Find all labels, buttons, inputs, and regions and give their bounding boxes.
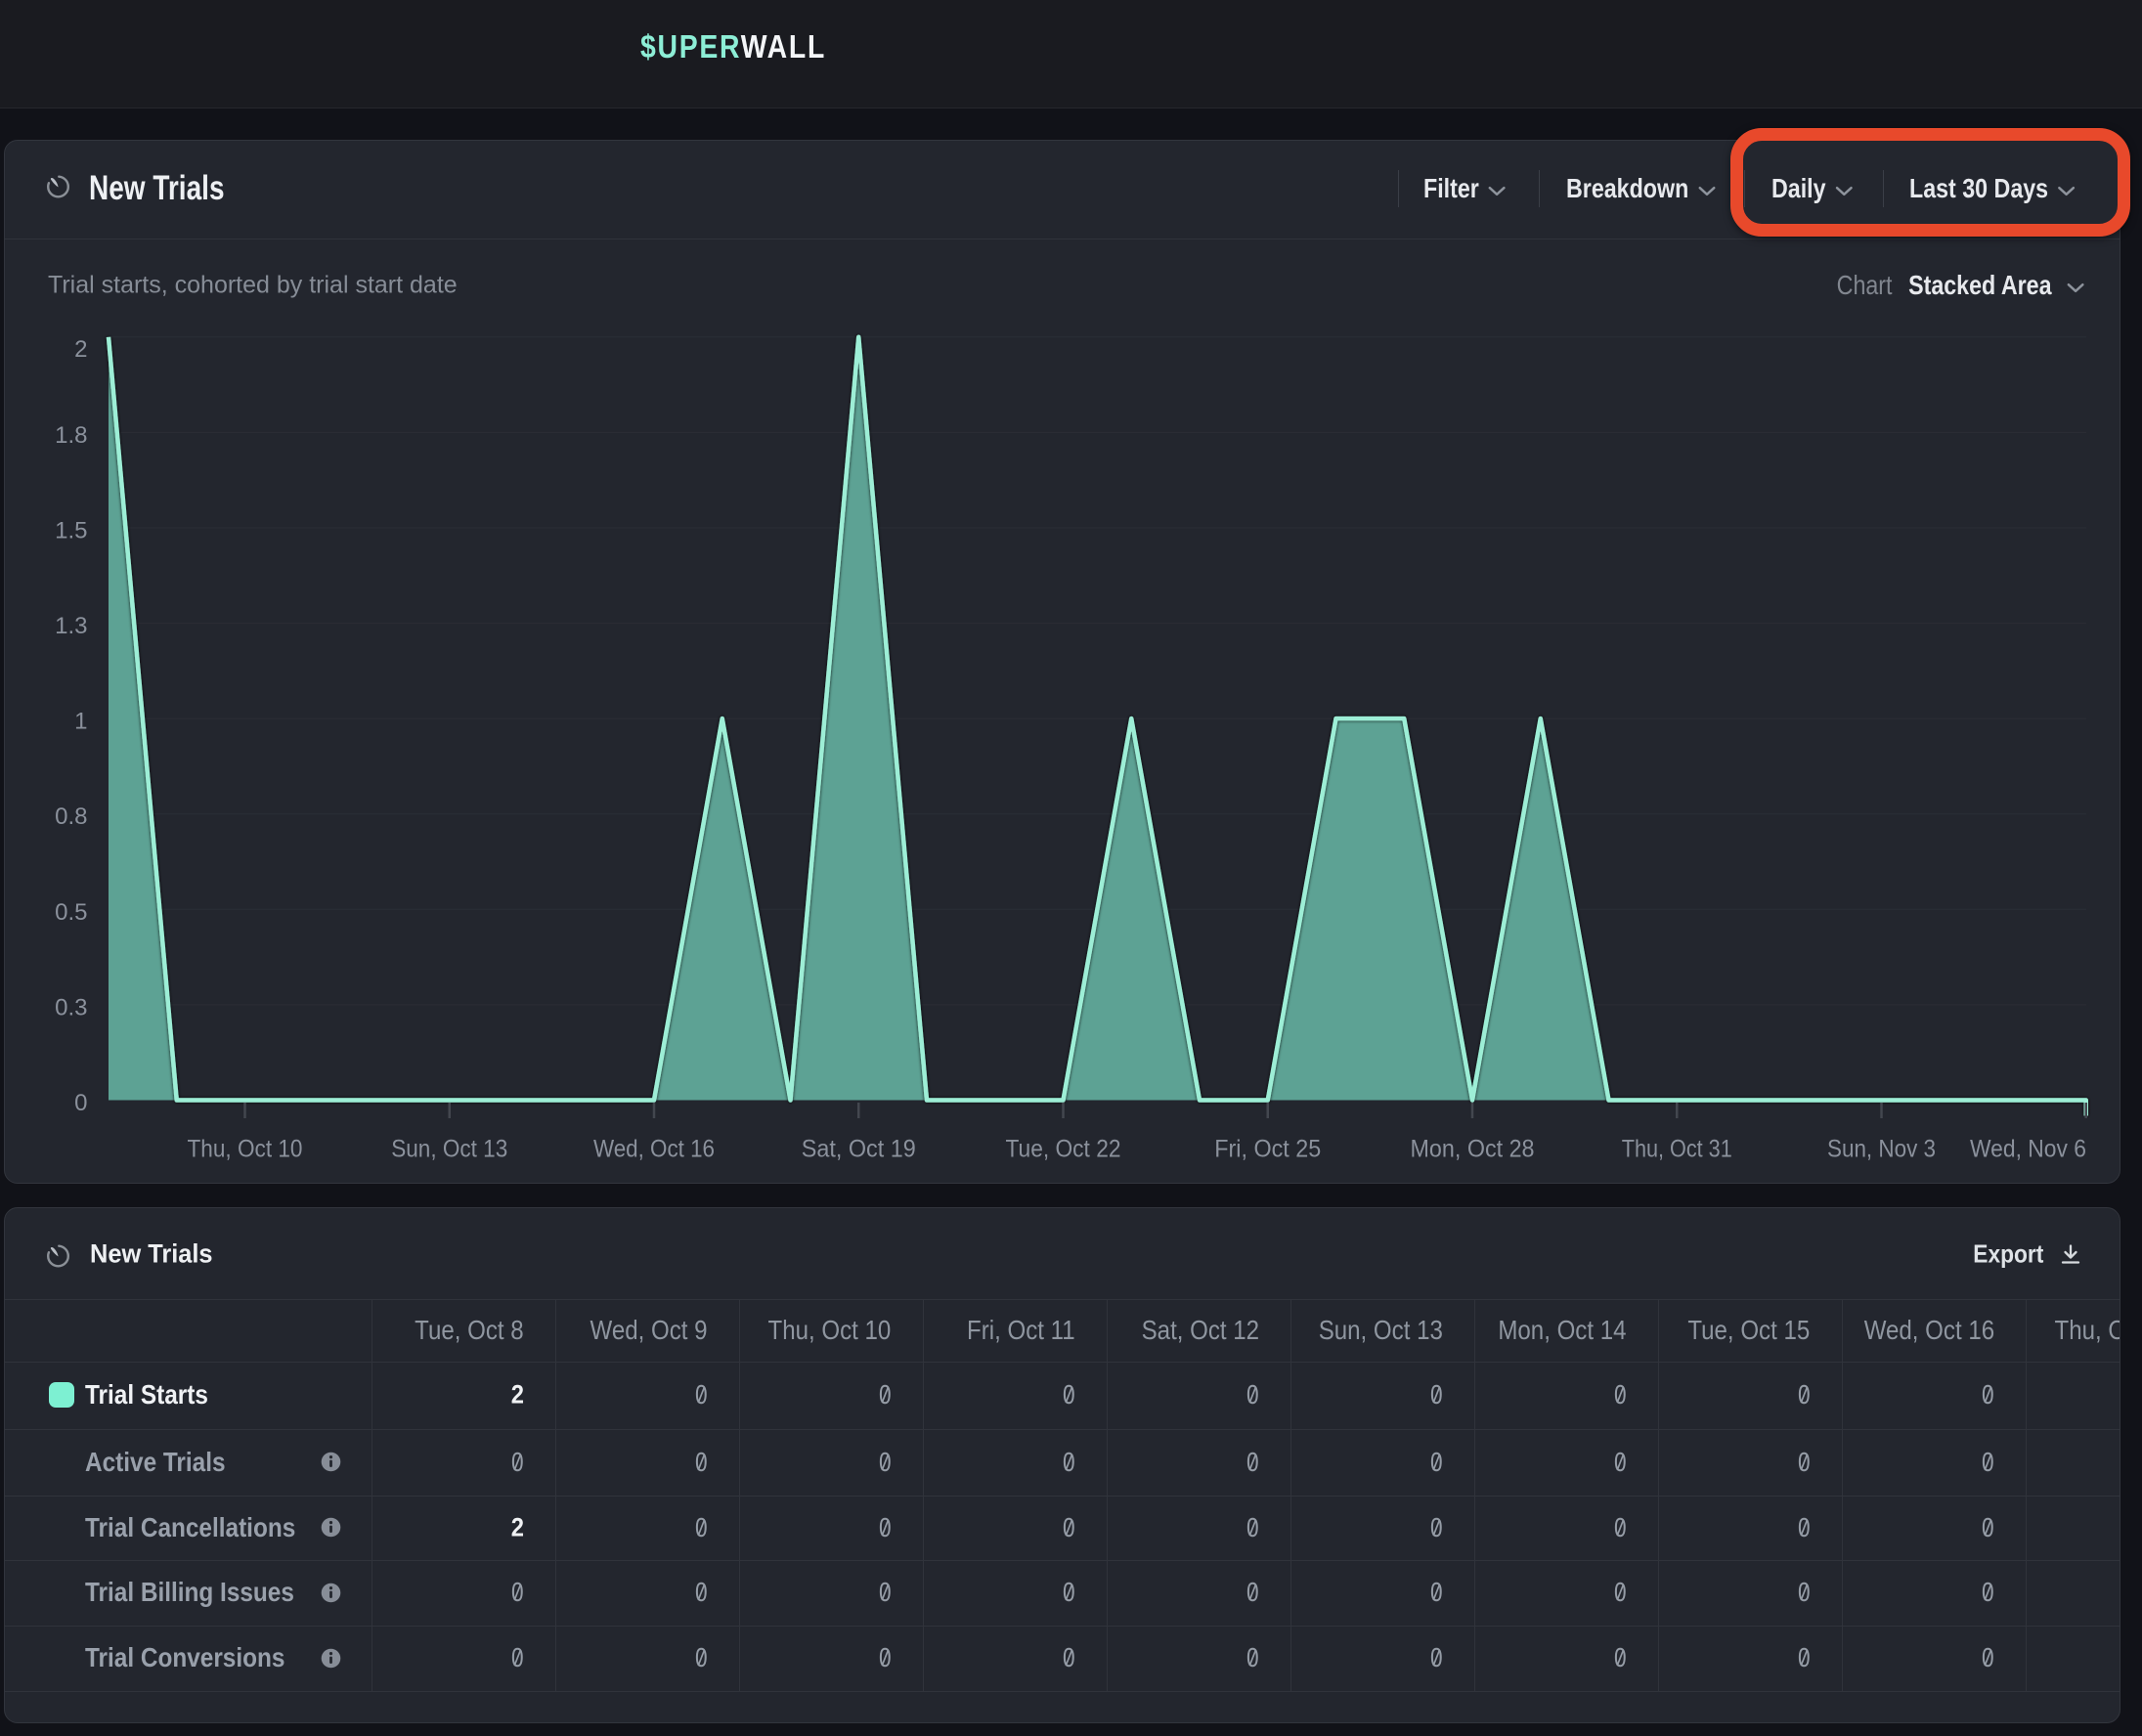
svg-text:1: 1 — [74, 709, 87, 735]
svg-text:Mon, Oct 28: Mon, Oct 28 — [1411, 1136, 1535, 1163]
svg-text:1.5: 1.5 — [55, 518, 87, 544]
svg-text:2: 2 — [74, 336, 87, 363]
svg-text:Tue, Oct 22: Tue, Oct 22 — [1006, 1136, 1121, 1163]
svg-text:Sat, Oct 19: Sat, Oct 19 — [802, 1136, 916, 1163]
svg-text:1.3: 1.3 — [55, 613, 87, 639]
svg-text:Sun, Nov 3: Sun, Nov 3 — [1827, 1136, 1936, 1163]
svg-text:Wed, Nov 6: Wed, Nov 6 — [1970, 1136, 2086, 1163]
svg-text:0: 0 — [74, 1090, 87, 1116]
svg-text:0.3: 0.3 — [55, 994, 87, 1020]
svg-text:0.5: 0.5 — [55, 899, 87, 926]
svg-text:Fri, Oct 25: Fri, Oct 25 — [1214, 1136, 1321, 1163]
svg-text:0.8: 0.8 — [55, 803, 87, 830]
svg-text:Wed, Oct 16: Wed, Oct 16 — [593, 1136, 715, 1163]
svg-text:Sun, Oct 13: Sun, Oct 13 — [391, 1136, 507, 1163]
svg-text:Thu, Oct 10: Thu, Oct 10 — [188, 1136, 303, 1163]
svg-text:1.8: 1.8 — [55, 422, 87, 449]
svg-text:Thu, Oct 31: Thu, Oct 31 — [1622, 1136, 1732, 1163]
